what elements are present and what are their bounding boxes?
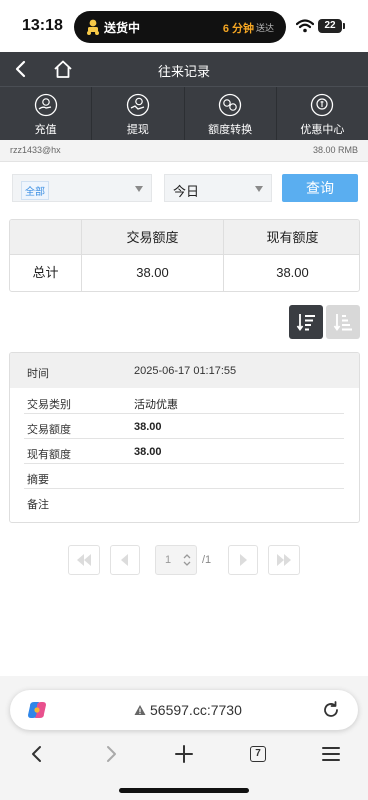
summary-table: 交易额度 现有额度 总计 38.00 38.00 <box>9 219 360 292</box>
address-bar[interactable]: 56597.cc:7730 <box>10 690 358 730</box>
detail-row-value: 38.00 <box>134 446 162 458</box>
detail-row-label: 备注 <box>27 499 49 511</box>
detail-row-label: 现有额度 <box>27 449 71 461</box>
account-balance: 38.00 RMB <box>312 145 358 155</box>
menu-label: 充值 <box>34 124 57 136</box>
detail-row-label: 交易额度 <box>27 424 71 436</box>
copilot-icon[interactable] <box>26 699 48 721</box>
hamburger-menu-icon[interactable] <box>319 742 343 766</box>
summary-header-cell: 现有额度 <box>223 220 359 255</box>
prev-page-button[interactable] <box>110 545 140 575</box>
detail-row: 现有额度 38.00 <box>24 439 344 464</box>
transaction-detail-card: 时间 2025-06-17 01:17:55 交易类别 活动优惠 交易额度 38… <box>9 352 360 523</box>
browser-toolbar: 7 <box>0 736 368 772</box>
page-number-value: 1 <box>165 554 172 566</box>
query-button[interactable]: 查询 <box>282 174 358 202</box>
detail-row: 交易额度 38.00 <box>24 414 344 439</box>
double-chevron-right-icon <box>277 554 291 566</box>
chevron-down-icon <box>255 186 263 192</box>
page-total: /1 <box>202 554 212 566</box>
browser-forward-icon[interactable] <box>99 742 123 766</box>
menu-label: 额度转换 <box>208 124 253 136</box>
status-time: 13:18 <box>22 17 63 34</box>
page-number-input[interactable]: 1 <box>155 545 197 575</box>
detail-row: 摘要 <box>24 464 344 489</box>
deposit-icon <box>34 93 57 117</box>
promo-icon <box>311 93 334 117</box>
account-bar: rzz1433@hx 38.00 RMB <box>0 140 368 162</box>
battery-tip <box>343 23 345 29</box>
menu-label: 优惠中心 <box>300 124 345 136</box>
delivery-rider-icon <box>87 19 99 35</box>
sort-descending-icon <box>296 314 315 332</box>
menu-label: 提现 <box>126 124 149 136</box>
summary-total-label: 总计 <box>32 265 59 280</box>
status-bar: 13:18 送货中 6 分钟 送达 22 <box>0 0 368 52</box>
double-chevron-left-icon <box>77 554 91 566</box>
menu-item-promo[interactable]: 优惠中心 <box>277 87 368 140</box>
detail-row-value: 活动优惠 <box>134 399 178 411</box>
sort-descending-button[interactable] <box>289 305 323 339</box>
stepper-icon <box>183 554 191 566</box>
delivery-status-label: 送货中 <box>104 21 141 35</box>
new-tab-plus-icon[interactable] <box>172 742 196 766</box>
menu-item-deposit[interactable]: 充值 <box>0 87 93 140</box>
tab-count: 7 <box>250 746 266 762</box>
detail-row: 备注 <box>24 489 344 514</box>
summary-header-cell <box>10 220 81 255</box>
detail-row: 交易类别 活动优惠 <box>24 389 344 414</box>
detail-time-value: 2025-06-17 01:17:55 <box>134 365 237 377</box>
next-page-button[interactable] <box>228 545 258 575</box>
first-page-button[interactable] <box>68 545 100 575</box>
address-url: 56597.cc:7730 <box>150 702 242 718</box>
not-secure-warning-icon <box>134 705 146 715</box>
menu-item-transfer[interactable]: 额度转换 <box>185 87 277 140</box>
chevron-down-icon <box>135 186 143 192</box>
sort-ascending-icon <box>333 314 352 332</box>
transaction-type-select[interactable]: 全部 <box>12 174 152 202</box>
detail-row-value: 38.00 <box>134 421 162 433</box>
browser-back-icon[interactable] <box>25 742 49 766</box>
last-page-button[interactable] <box>268 545 300 575</box>
sort-ascending-button[interactable] <box>326 305 360 339</box>
nav-header: 往来记录 <box>0 52 368 86</box>
summary-current-amount: 38.00 <box>223 255 359 291</box>
detail-time-row: 时间 2025-06-17 01:17:55 <box>10 353 359 388</box>
tabs-button[interactable]: 7 <box>246 742 270 766</box>
reload-icon[interactable] <box>320 699 342 721</box>
detail-time-label: 时间 <box>27 368 49 380</box>
page-title: 往来记录 <box>157 64 210 79</box>
dynamic-island[interactable]: 送货中 6 分钟 送达 <box>74 11 286 43</box>
menu-item-withdraw[interactable]: 提现 <box>92 87 185 140</box>
date-range-select[interactable]: 今日 <box>164 174 272 202</box>
account-username: rzz1433@hx <box>10 145 61 155</box>
summary-header-row: 交易额度 现有额度 <box>10 220 359 255</box>
delivery-eta: 6 分钟 <box>222 23 254 35</box>
date-selected-value: 今日 <box>173 184 200 199</box>
chevron-left-icon <box>121 554 128 566</box>
detail-row-label: 摘要 <box>27 474 49 486</box>
home-indicator <box>119 788 249 793</box>
chevron-right-icon <box>240 554 247 566</box>
summary-trade-amount: 38.00 <box>81 255 223 291</box>
type-selected-chip: 全部 <box>21 181 49 200</box>
shortcut-menu: 充值 提现 额度转换 优惠中心 <box>0 86 368 140</box>
detail-row-label: 交易类别 <box>27 399 71 411</box>
withdraw-icon <box>126 93 150 117</box>
summary-header-cell: 交易额度 <box>81 220 223 255</box>
delivery-eta-suffix: 送达 <box>255 23 274 33</box>
transfer-icon <box>218 93 242 117</box>
battery-icon: 22 <box>318 19 342 33</box>
wifi-icon <box>296 19 314 33</box>
